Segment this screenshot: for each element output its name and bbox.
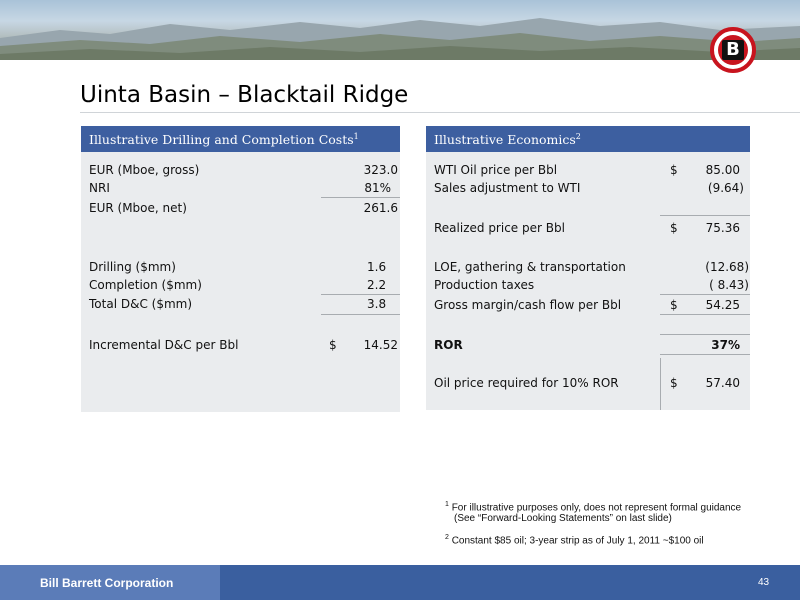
table-row: EUR (Mboe, gross) 323.0 bbox=[81, 161, 400, 179]
table-row: Drilling ($mm) 1.6 bbox=[81, 258, 400, 276]
table-row: Realized price per Bbl $ 75.36 bbox=[426, 219, 750, 237]
page-number: 43 bbox=[758, 577, 770, 588]
row-value: 261.6 bbox=[363, 201, 398, 215]
footer-company-block: Bill Barrett Corporation bbox=[0, 565, 220, 600]
row-label: Incremental D&C per Bbl bbox=[89, 338, 239, 352]
row-label: Production taxes bbox=[434, 278, 535, 292]
header-banner bbox=[0, 0, 800, 60]
footnote-2-text: Constant $85 oil; 3-year strip as of Jul… bbox=[451, 535, 704, 547]
economics-header-sup: 2 bbox=[575, 132, 581, 141]
table-row: Completion ($mm) 2.2 bbox=[81, 276, 400, 294]
row-label: Gross margin/cash flow per Bbl bbox=[434, 298, 622, 312]
row-label: Realized price per Bbl bbox=[434, 221, 565, 235]
row-label: EUR (Mboe, gross) bbox=[89, 163, 200, 177]
row-label: ROR bbox=[434, 338, 463, 352]
economics-panel: Illustrative Economics2 WTI Oil price pe… bbox=[426, 126, 750, 410]
table-row: WTI Oil price per Bbl $ 85.00 bbox=[426, 161, 750, 179]
row-value: (12.68) bbox=[705, 260, 749, 274]
row-label: Sales adjustment to WTI bbox=[434, 181, 581, 195]
row-currency: $ bbox=[329, 338, 337, 352]
table-row: EUR (Mboe, net) 261.6 bbox=[81, 199, 400, 217]
footnote-1-line2: (See “Forward-Looking Statements” on las… bbox=[454, 513, 672, 524]
drilling-costs-header-text: Illustrative Drilling and Completion Cos… bbox=[89, 132, 354, 148]
row-label: Total D&C ($mm) bbox=[89, 297, 193, 311]
drilling-costs-header-sup: 1 bbox=[353, 132, 359, 141]
table-row: Gross margin/cash flow per Bbl $ 54.25 bbox=[426, 296, 750, 314]
row-currency: $ bbox=[670, 163, 678, 177]
company-name: Bill Barrett Corporation bbox=[40, 576, 174, 590]
subtotal-divider bbox=[660, 215, 750, 216]
footnote-1: 1 For illustrative purposes only, does n… bbox=[445, 501, 741, 513]
row-currency: $ bbox=[670, 298, 678, 312]
subtotal-divider bbox=[660, 334, 750, 335]
subtotal-divider bbox=[660, 314, 750, 315]
row-value: 85.00 bbox=[705, 163, 740, 177]
row-label: LOE, gathering & transportation bbox=[434, 260, 626, 274]
row-value: 75.36 bbox=[705, 221, 740, 235]
row-value: 14.52 bbox=[363, 338, 398, 352]
row-value: 54.25 bbox=[705, 298, 740, 312]
subtotal-divider bbox=[321, 314, 400, 315]
row-value: 2.2 bbox=[367, 278, 387, 292]
row-label: EUR (Mboe, net) bbox=[89, 201, 187, 215]
table-row: Oil price required for 10% ROR $ 57.40 bbox=[426, 374, 750, 392]
row-currency: $ bbox=[670, 376, 678, 390]
row-value: 81% bbox=[364, 181, 391, 195]
logo-letter: B bbox=[722, 40, 744, 60]
table-row: Total D&C ($mm) 3.8 bbox=[81, 295, 400, 313]
company-logo: B bbox=[710, 27, 756, 73]
economics-header-text: Illustrative Economics bbox=[434, 132, 576, 148]
row-label: NRI bbox=[89, 181, 110, 195]
table-row: ROR 37% bbox=[426, 336, 750, 354]
row-value: 37% bbox=[711, 338, 740, 352]
row-value: (9.64) bbox=[707, 181, 744, 195]
row-currency: $ bbox=[670, 221, 678, 235]
footnote-1-sup: 1 bbox=[445, 501, 449, 508]
row-value: 57.40 bbox=[705, 376, 740, 390]
row-value: 323.0 bbox=[363, 163, 398, 177]
row-value: 1.6 bbox=[367, 260, 387, 274]
page-title: Uinta Basin – Blacktail Ridge bbox=[80, 82, 409, 108]
table-row: LOE, gathering & transportation (12.68) bbox=[426, 258, 750, 276]
footer-bar: Bill Barrett Corporation 43 bbox=[0, 565, 800, 600]
row-label: Completion ($mm) bbox=[89, 278, 202, 292]
row-label: Drilling ($mm) bbox=[89, 260, 176, 274]
row-value: ( 8.43) bbox=[709, 278, 749, 292]
drilling-costs-header: Illustrative Drilling and Completion Cos… bbox=[81, 126, 400, 152]
economics-header: Illustrative Economics2 bbox=[426, 126, 750, 152]
table-row: Incremental D&C per Bbl $ 14.52 bbox=[81, 336, 400, 354]
table-row: NRI 81% bbox=[81, 179, 400, 197]
drilling-costs-panel: Illustrative Drilling and Completion Cos… bbox=[81, 126, 400, 412]
mountain-landscape-image bbox=[0, 18, 800, 60]
subtotal-divider bbox=[321, 197, 400, 198]
subtotal-divider bbox=[660, 294, 750, 295]
subtotal-divider bbox=[660, 354, 750, 355]
logo-emblem-icon: B bbox=[718, 35, 748, 65]
row-value: 3.8 bbox=[367, 297, 387, 311]
column-divider bbox=[660, 358, 661, 410]
footnote-2: 2 Constant $85 oil; 3-year strip as of J… bbox=[445, 534, 704, 546]
footnote-1-text: For illustrative purposes only, does not… bbox=[451, 502, 742, 514]
footnote-2-sup: 2 bbox=[445, 534, 449, 541]
row-label: Oil price required for 10% ROR bbox=[434, 376, 619, 390]
table-row: Sales adjustment to WTI (9.64) bbox=[426, 179, 750, 197]
title-divider bbox=[80, 112, 800, 113]
row-label: WTI Oil price per Bbl bbox=[434, 163, 558, 177]
table-row: Production taxes ( 8.43) bbox=[426, 276, 750, 294]
